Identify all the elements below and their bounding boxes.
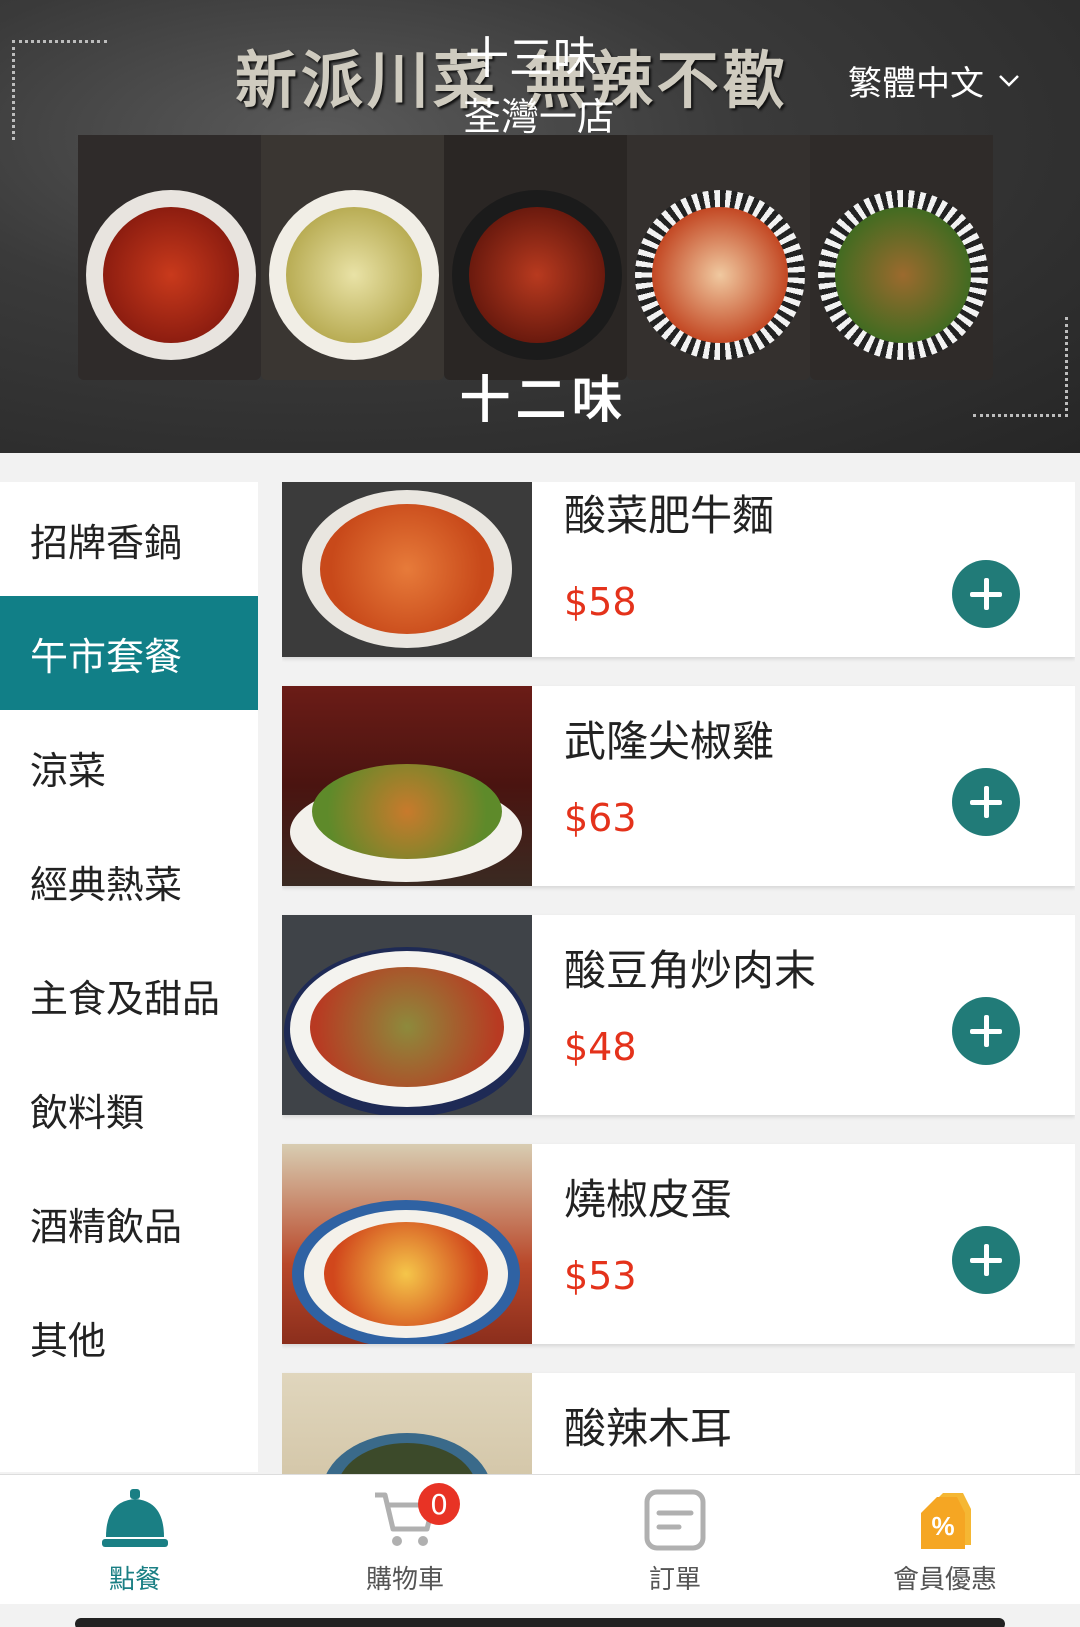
discount-tag-icon: %: [921, 1493, 971, 1549]
dish-name: 燒椒皮蛋: [564, 1175, 733, 1224]
dish-name: 酸豆角炒肉末: [564, 946, 817, 995]
tab-orders-label: 訂單: [648, 1565, 701, 1595]
dish-price: $53: [564, 1254, 637, 1298]
category-item[interactable]: 涼菜: [0, 710, 258, 824]
category-item[interactable]: 酒精飲品: [0, 1166, 258, 1280]
svg-text:%: %: [931, 1511, 954, 1541]
dish-image: [78, 135, 261, 380]
category-item[interactable]: 招牌香鍋: [0, 482, 258, 596]
tab-member-label: 會員優惠: [892, 1565, 997, 1595]
dish-name: 武隆尖椒雞: [564, 717, 775, 766]
menu-item-card[interactable]: 武隆尖椒雞 $63: [282, 686, 1075, 886]
category-item[interactable]: 其他: [0, 1280, 258, 1394]
dish-price: $63: [564, 796, 637, 840]
menu-list[interactable]: 酸菜肥牛麵 $58 武隆尖椒雞 $63 酸豆角炒肉末 $48 燒椒皮蛋 $53 …: [282, 482, 1075, 1474]
dish-image: [627, 135, 810, 380]
tab-cart-label: 購物車: [365, 1565, 444, 1595]
category-item-active[interactable]: 午市套餐: [0, 596, 258, 710]
dish-image: [810, 135, 993, 380]
add-to-cart-button[interactable]: [952, 997, 1020, 1065]
tab-orders[interactable]: 訂單: [540, 1475, 810, 1604]
add-to-cart-button[interactable]: [952, 768, 1020, 836]
menu-item-card[interactable]: 燒椒皮蛋 $53: [282, 1144, 1075, 1344]
cloche-icon: [102, 1489, 168, 1547]
menu-item-card[interactable]: 酸豆角炒肉末 $48: [282, 915, 1075, 1115]
dish-thumbnail: [282, 1144, 532, 1344]
tab-member[interactable]: % 會員優惠: [810, 1475, 1080, 1604]
restaurant-logo: 十二味: [460, 370, 628, 429]
category-item[interactable]: 主食及甜品: [0, 938, 258, 1052]
add-to-cart-button[interactable]: [952, 560, 1020, 628]
branch-name: 荃灣一店: [463, 95, 616, 139]
dish-thumbnail: [282, 482, 532, 657]
banner-dish-images: [78, 135, 993, 380]
home-indicator: [75, 1618, 1005, 1627]
add-to-cart-button[interactable]: [952, 1226, 1020, 1294]
dish-image: [261, 135, 444, 380]
banner-frame-corner: [12, 40, 107, 140]
store-name: 十三味: [465, 33, 597, 84]
menu-item-card[interactable]: 酸菜肥牛麵 $58: [282, 482, 1075, 657]
category-sidebar: 招牌香鍋 午市套餐 涼菜 經典熱菜 主食及甜品 飲料類 酒精飲品 其他: [0, 482, 258, 1472]
category-item[interactable]: 經典熱菜: [0, 824, 258, 938]
bottom-tab-bar: 點餐 0 購物車 訂單 % 會員優惠: [0, 1474, 1080, 1604]
dish-name: 酸辣木耳: [564, 1404, 733, 1453]
tab-order[interactable]: 點餐: [0, 1475, 270, 1604]
chevron-down-icon: [999, 74, 1019, 87]
tab-cart[interactable]: 0 購物車: [270, 1475, 540, 1604]
dish-thumbnail: [282, 1373, 532, 1474]
dish-image: [444, 135, 627, 380]
cart-count-badge: 0: [418, 1483, 460, 1525]
category-item[interactable]: 飲料類: [0, 1052, 258, 1166]
dish-name: 酸菜肥牛麵: [564, 491, 775, 540]
tab-order-label: 點餐: [108, 1565, 161, 1595]
menu-item-card[interactable]: 酸辣木耳: [282, 1373, 1075, 1474]
dish-thumbnail: [282, 915, 532, 1115]
language-selector[interactable]: 繁體中文: [848, 56, 1020, 105]
store-banner: 新派川菜 無辣不歡 十三味 荃灣一店 繁體中文 十二味: [0, 0, 1080, 453]
language-label: 繁體中文: [848, 64, 984, 104]
dish-price: $48: [564, 1025, 637, 1069]
dish-price: $58: [564, 580, 637, 624]
order-list-icon: [644, 1489, 706, 1551]
dish-thumbnail: [282, 686, 532, 886]
